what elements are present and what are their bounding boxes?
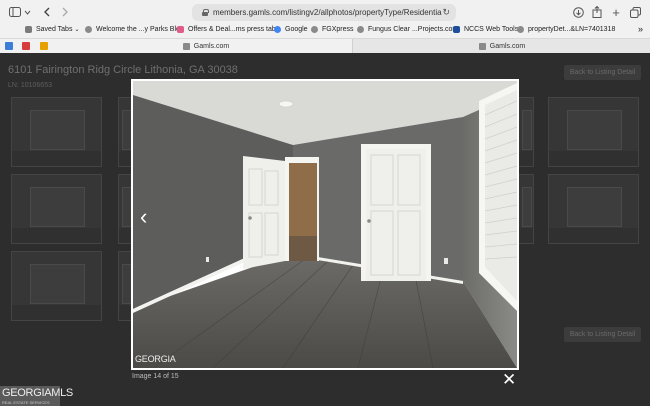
forward-arrow-icon[interactable] bbox=[59, 5, 71, 19]
chevron-left-icon[interactable]: ‹ bbox=[140, 206, 147, 228]
bookmark-label: FGXpress bbox=[322, 26, 354, 33]
bookmark-label: Offers & Deal...ms press tab. bbox=[188, 26, 278, 33]
georgia-mls-logo: GEORGIAMLS REAL ESTATE SERVICES bbox=[0, 386, 73, 406]
bookmark-parks-blog[interactable]: Welcome the ...y Parks Blog bbox=[85, 26, 184, 33]
more-bookmarks-icon[interactable]: » bbox=[638, 24, 643, 34]
photo-viewer: GEORGIA bbox=[131, 79, 519, 370]
listing-number: LN: 10106653 bbox=[8, 82, 52, 89]
tab-label: Gamls.com bbox=[489, 42, 526, 50]
site-icon bbox=[182, 42, 190, 50]
back-to-listing-button[interactable]: Back to Listing Detail bbox=[564, 327, 641, 342]
bookmark-fungus-clear[interactable]: Fungus Clear ...Projects.com bbox=[357, 26, 458, 33]
tab-gamls-2[interactable]: Gamls.com bbox=[352, 39, 650, 53]
pinned-tab-icon[interactable] bbox=[40, 42, 48, 50]
tab-bar: Gamls.com Gamls.com bbox=[0, 38, 650, 54]
globe-icon bbox=[85, 26, 92, 33]
photo-thumbnail[interactable] bbox=[518, 174, 534, 244]
photo-thumbnail[interactable] bbox=[518, 97, 534, 167]
tab-label: Gamls.com bbox=[193, 42, 230, 50]
address-bar[interactable]: members.gamls.com/listingv2/allphotos/pr… bbox=[192, 4, 456, 21]
chevron-down-icon[interactable] bbox=[23, 5, 31, 19]
folder-icon bbox=[25, 26, 32, 33]
bookmark-property-detail[interactable]: propertyDet...&LN=7401318 bbox=[517, 26, 615, 33]
bookmark-label: Welcome the ...y Parks Blog bbox=[96, 26, 184, 33]
bookmarks-bar: Saved Tabs ⌄ Welcome the ...y Parks Blog… bbox=[0, 24, 650, 38]
property-address: 6101 Fairington Ridg Circle Lithonia, GA… bbox=[8, 64, 238, 76]
nccs-icon bbox=[453, 26, 460, 33]
browser-toolbar: members.gamls.com/listingv2/allphotos/pr… bbox=[0, 0, 650, 24]
bookmark-label: Fungus Clear ...Projects.com bbox=[368, 26, 459, 33]
photo-thumbnail[interactable] bbox=[11, 174, 102, 244]
image-counter: Image 14 of 15 bbox=[132, 373, 179, 380]
bookmark-google[interactable]: Google bbox=[274, 26, 308, 33]
back-to-listing-button[interactable]: Back to Listing Detail bbox=[564, 65, 641, 80]
tag-icon bbox=[177, 26, 184, 33]
photo-watermark: GEORGIA bbox=[135, 354, 176, 364]
lock-icon bbox=[202, 9, 209, 16]
bookmark-fgxpress[interactable]: FGXpress bbox=[311, 26, 354, 33]
pinned-tab-icon[interactable] bbox=[22, 42, 30, 50]
globe-icon bbox=[517, 26, 524, 33]
site-icon bbox=[478, 42, 486, 50]
pinned-tab-icon[interactable] bbox=[5, 42, 13, 50]
download-icon[interactable] bbox=[572, 5, 584, 19]
logo-tagline: REAL ESTATE SERVICES bbox=[2, 400, 50, 405]
bookmark-label: NCCS Web Tools bbox=[464, 26, 519, 33]
chevron-down-icon: ⌄ bbox=[74, 27, 80, 33]
browser-chrome: members.gamls.com/listingv2/allphotos/pr… bbox=[0, 0, 650, 53]
new-tab-icon[interactable]: + bbox=[610, 5, 622, 20]
globe-icon bbox=[311, 26, 318, 33]
photo-thumbnail[interactable] bbox=[548, 97, 639, 167]
bookmark-nccs[interactable]: NCCS Web Tools bbox=[453, 26, 518, 33]
share-icon[interactable] bbox=[591, 5, 603, 19]
bookmark-saved-tabs[interactable]: Saved Tabs ⌄ bbox=[25, 26, 79, 33]
photo-thumbnail[interactable] bbox=[11, 251, 102, 321]
close-icon[interactable]: ✕ bbox=[502, 371, 516, 388]
address-bar-url: members.gamls.com/listingv2/allphotos/pr… bbox=[213, 8, 442, 17]
photo-thumbnail[interactable] bbox=[11, 97, 102, 167]
tab-overview-icon[interactable] bbox=[629, 5, 641, 19]
room-photo: GEORGIA bbox=[133, 81, 517, 368]
bookmark-label: Google bbox=[285, 26, 308, 33]
photo-thumbnail[interactable] bbox=[548, 174, 639, 244]
logo-name: GEORGIAMLS bbox=[2, 387, 73, 399]
bookmark-label: propertyDet...&LN=7401318 bbox=[528, 26, 616, 33]
google-icon bbox=[274, 26, 281, 33]
globe-icon bbox=[357, 26, 364, 33]
tab-gamls-1[interactable]: Gamls.com bbox=[60, 39, 352, 53]
reload-icon[interactable]: ↻ bbox=[442, 7, 450, 18]
bookmark-offers[interactable]: Offers & Deal...ms press tab. bbox=[177, 26, 278, 33]
sidebar-icon[interactable] bbox=[8, 5, 22, 19]
bookmark-label: Saved Tabs bbox=[36, 26, 73, 33]
back-arrow-icon[interactable] bbox=[41, 5, 53, 19]
